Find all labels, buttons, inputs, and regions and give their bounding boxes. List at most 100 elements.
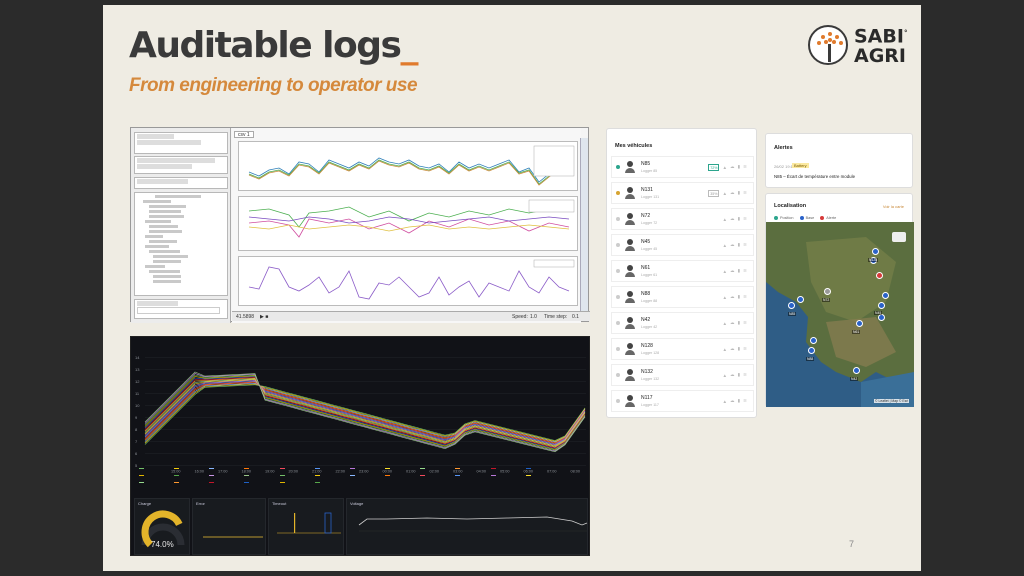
vehicle-pin[interactable] <box>853 367 860 374</box>
legend-item[interactable] <box>385 465 416 472</box>
vehicle-avatar-icon <box>624 317 636 329</box>
vehicle-row[interactable]: N72 Logger 72 ▲ ☁ ▮ ≋ <box>611 208 754 230</box>
base-pin[interactable] <box>824 288 831 295</box>
vehicle-logger: Logger 131 <box>641 195 660 199</box>
alert-pin[interactable] <box>876 272 883 279</box>
tool-sidebar <box>131 128 231 323</box>
vehicle-pin[interactable] <box>878 302 885 309</box>
legend-item[interactable] <box>455 465 486 472</box>
status-dot <box>616 373 620 377</box>
legend-item[interactable] <box>349 465 381 472</box>
y-tick: 13 <box>135 367 140 372</box>
vehicle-pin[interactable] <box>882 292 889 299</box>
vehicle-avatar-icon <box>624 265 636 277</box>
temperature-series-line <box>144 380 586 445</box>
y-tick: 14 <box>135 355 140 360</box>
temperature-icon: ☁ <box>730 268 735 273</box>
legend-item[interactable] <box>420 465 451 472</box>
legend-item[interactable] <box>209 479 240 486</box>
page-number: 7 <box>849 539 855 549</box>
legend-item[interactable] <box>279 465 311 472</box>
vehicle-pin[interactable] <box>878 314 885 321</box>
legend-item[interactable] <box>139 472 170 479</box>
vehicle-row[interactable]: N45 Logger 45 ▲ ☁ ▮ ≋ <box>611 234 754 256</box>
legend-item[interactable] <box>279 472 311 479</box>
temperature-series-line <box>144 378 586 447</box>
legend-item[interactable] <box>244 472 275 479</box>
vehicle-logger: Logger 45 <box>641 247 658 251</box>
legend-item[interactable] <box>314 472 346 479</box>
vehicle-pin[interactable] <box>808 347 815 354</box>
logo-wordmark: SABI° AGRI <box>854 25 908 68</box>
vehicle-row[interactable]: N132 Logger 132 ▲ ☁ ▮ ≋ <box>611 364 754 386</box>
tool-palette[interactable] <box>580 138 588 313</box>
vehicle-pin[interactable] <box>810 337 817 344</box>
y-tick: 12 <box>135 379 140 384</box>
chart-grid <box>145 357 586 466</box>
alert-icon: ▲ <box>722 398 728 404</box>
legend-item[interactable] <box>209 472 240 479</box>
legend-item[interactable] <box>420 472 451 479</box>
vehicle-pin[interactable] <box>872 248 879 255</box>
y-tick: 6 <box>135 451 138 456</box>
vehicle-row[interactable]: N42 Logger 42 ▲ ☁ ▮ ≋ <box>611 312 754 334</box>
legend-item[interactable] <box>174 472 205 479</box>
error-panel: Error <box>192 498 266 555</box>
signal-tree[interactable] <box>134 192 228 296</box>
slide-title: Auditable logs_ <box>129 25 418 66</box>
play-icon[interactable]: ▶ ■ <box>260 314 268 320</box>
satellite-map[interactable]: N85 N72 N45 N61 N88 N42 N128 © Leaflet |… <box>766 222 914 407</box>
map-attribution: © Leaflet | Map © Esri <box>874 399 910 403</box>
vehicle-avatar-icon <box>624 161 636 173</box>
legend-item[interactable] <box>244 479 275 486</box>
storage-icon: ▮ <box>737 372 741 377</box>
tab-csv[interactable]: csv 1 <box>234 131 254 138</box>
map-link[interactable]: Voir la carte <box>883 204 904 209</box>
grafana-dashboard-screenshot: 14 13 12 11 10 9 8 7 6 5 15:00 16:00 17:00 18:00 19:0… <box>130 336 590 556</box>
legend-item[interactable] <box>139 479 170 486</box>
vehicle-logger: Logger 117 <box>641 403 659 407</box>
legend-item[interactable] <box>279 479 311 486</box>
storage-icon: ▮ <box>737 320 741 325</box>
legend-item[interactable] <box>349 472 381 479</box>
legend-item[interactable] <box>314 465 346 472</box>
vehicle-pin[interactable] <box>788 302 795 309</box>
vehicle-row[interactable]: N85 Logger 85 72% ▲ ☁ ▮ ≋ <box>611 156 754 178</box>
plot-3 <box>238 256 578 306</box>
vehicles-panel: Mes véhicules N85 Logger 85 72% ▲ ☁ ▮ ≋ N131 Log… <box>606 128 757 418</box>
legend-item[interactable] <box>525 465 557 472</box>
vehicle-name: N132 <box>641 369 653 375</box>
legend-item[interactable] <box>490 465 522 472</box>
legend-item[interactable] <box>209 465 240 472</box>
legend-item[interactable] <box>525 472 557 479</box>
vehicle-avatar-icon <box>624 343 636 355</box>
vehicle-logger: Logger 128 <box>641 351 660 355</box>
legend-item[interactable] <box>314 479 346 486</box>
voltage-panel: Voltage <box>346 498 588 555</box>
tree-logo-icon <box>808 24 848 65</box>
legend-item[interactable] <box>385 472 416 479</box>
status-dot <box>616 217 620 221</box>
vehicle-row[interactable]: N88 Logger 88 ▲ ☁ ▮ ≋ <box>611 286 754 308</box>
vehicle-row[interactable]: N131 Logger 131 35% ▲ ☁ ▮ ≋ <box>611 182 754 204</box>
temperature-icon: ☁ <box>730 164 735 169</box>
vehicle-row[interactable]: N61 Logger 61 ▲ ☁ ▮ ≋ <box>611 260 754 282</box>
alert-message[interactable]: N85 – Écart de température entre module <box>774 174 855 179</box>
series-lines <box>144 371 586 453</box>
vehicle-pin[interactable] <box>856 320 863 327</box>
legend-item[interactable] <box>455 472 486 479</box>
legend-item[interactable] <box>490 472 522 479</box>
legend-item[interactable] <box>174 479 205 486</box>
plot-2 <box>238 196 578 251</box>
legend-item[interactable] <box>174 465 205 472</box>
legend-item[interactable] <box>139 465 170 472</box>
storage-icon: ▮ <box>737 242 741 247</box>
legend-item[interactable] <box>244 465 275 472</box>
vehicle-logger: Logger 132 <box>641 377 660 381</box>
signal-icon: ≋ <box>743 242 747 247</box>
y-tick: 10 <box>135 403 140 408</box>
vehicle-row[interactable]: N117 Logger 117 ▲ ☁ ▮ ≋ <box>611 390 754 412</box>
vehicle-row[interactable]: N128 Logger 128 ▲ ☁ ▮ ≋ <box>611 338 754 360</box>
vehicle-pin[interactable] <box>797 296 804 303</box>
status-dot <box>616 165 620 169</box>
